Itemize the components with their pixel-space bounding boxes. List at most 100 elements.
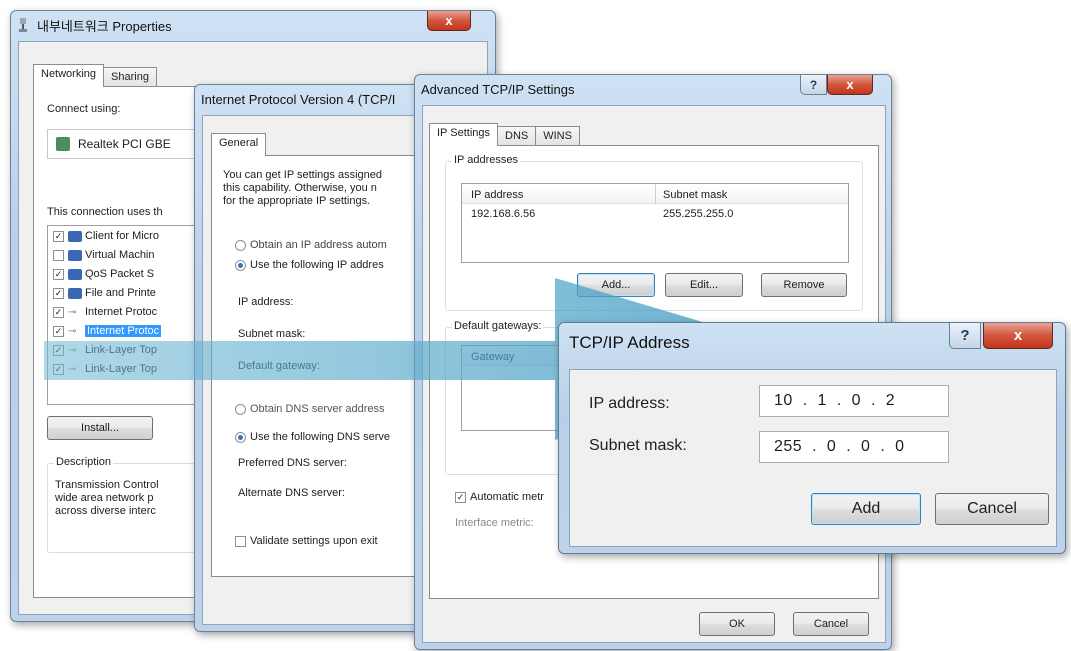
list-item[interactable]: ✓ ⊸ Link-Layer Top (53, 344, 157, 356)
close-button[interactable]: x (827, 75, 873, 95)
protocol-icon: ⊸ (68, 363, 77, 375)
radio[interactable] (235, 239, 246, 251)
group-title: Default gateways: (452, 320, 544, 332)
window-title: Internet Protocol Version 4 (TCP/I (201, 91, 396, 107)
radio-label: Obtain DNS server address (250, 403, 385, 415)
computer-icon (68, 249, 82, 261)
item-label: Link-Layer Top (85, 344, 157, 356)
connect-using-label: Connect using: (47, 103, 121, 115)
remove-button[interactable]: Remove (761, 273, 847, 297)
item-label: QoS Packet S (85, 268, 155, 280)
protocol-icon: ⊸ (68, 344, 77, 356)
item-label: Client for Micro (85, 230, 159, 242)
computer-icon (68, 268, 82, 280)
checkbox[interactable]: ✓ (53, 287, 64, 299)
connection-uses-label: This connection uses th (47, 206, 163, 218)
checkbox-label: Validate settings upon exit (250, 535, 378, 547)
radio[interactable] (235, 259, 246, 271)
subnet-mask-input[interactable]: 255 . 0 . 0 . 0 (759, 431, 949, 463)
adapter-icon (56, 137, 70, 151)
ok-button[interactable]: OK (699, 612, 775, 636)
window-title: Advanced TCP/IP Settings (421, 81, 575, 97)
window-title: 내부네트워크 Properties (37, 18, 172, 34)
subnet-mask-label: Subnet mask: (589, 437, 687, 454)
radio-label: Use the following DNS serve (250, 431, 391, 443)
preferred-dns-label: Preferred DNS server: (238, 457, 347, 469)
checkbox[interactable]: ✓ (53, 306, 64, 318)
title-bar: 내부네트워크 Properties (17, 11, 489, 39)
list-item[interactable]: ✓ ⊸ Link-Layer Top (53, 363, 157, 375)
tcpip-address-window: TCP/IP Address ? x IP address: 10 . 1 . … (558, 322, 1066, 554)
help-button[interactable]: ? (800, 75, 827, 95)
obtain-ip-radio[interactable]: Obtain an IP address autom (235, 239, 387, 251)
tab-dns[interactable]: DNS (497, 126, 537, 146)
radio[interactable] (235, 431, 246, 443)
checkbox[interactable] (53, 249, 64, 261)
install-button[interactable]: Install... (47, 416, 153, 440)
protocol-icon: ⊸ (68, 325, 77, 337)
tab-bar: General (211, 133, 267, 156)
checkbox[interactable]: ✓ (53, 363, 64, 375)
column-header[interactable]: IP address (471, 189, 523, 201)
table-row[interactable]: 192.168.6.56 255.255.255.0 (462, 206, 848, 224)
checkbox[interactable]: ✓ (53, 268, 64, 280)
edit-button[interactable]: Edit... (665, 273, 743, 297)
column-header[interactable]: Subnet mask (663, 189, 727, 201)
checkbox[interactable]: ✓ (53, 230, 64, 242)
checkbox[interactable]: ✓ (53, 325, 64, 337)
table-header: IP address Subnet mask (462, 184, 848, 204)
ip-address-input[interactable]: 10 . 1 . 0 . 2 (759, 385, 949, 417)
intro-line: for the appropriate IP settings. (223, 195, 371, 207)
description-line: wide area network p (55, 492, 154, 504)
item-label: Internet Protoc (85, 306, 158, 318)
alternate-dns-label: Alternate DNS server: (238, 487, 345, 499)
description-line: Transmission Control (55, 479, 159, 491)
list-item[interactable]: ✓ Client for Micro (53, 230, 159, 242)
tab-bar: IP Settings DNS WINS (429, 123, 580, 146)
adapter-field: Realtek PCI GBE (47, 129, 207, 159)
validate-checkbox[interactable]: Validate settings upon exit (235, 535, 378, 547)
list-item[interactable]: Virtual Machin (53, 249, 155, 261)
radio[interactable] (235, 403, 246, 415)
checkbox[interactable]: ✓ (455, 491, 466, 503)
item-label: Internet Protoc (85, 325, 162, 337)
column-header[interactable]: Gateway (471, 351, 514, 363)
automatic-metric-checkbox[interactable]: ✓ Automatic metr (455, 491, 544, 503)
computer-icon (68, 287, 82, 299)
close-button[interactable]: x (983, 323, 1053, 349)
add-button[interactable]: Add... (577, 273, 655, 297)
cell-subnet: 255.255.255.0 (663, 208, 734, 220)
checkbox-label: Automatic metr (470, 491, 544, 503)
list-item[interactable]: ✓ QoS Packet S (53, 268, 154, 280)
checkbox[interactable] (235, 535, 246, 547)
protocol-icon: ⊸ (68, 306, 77, 318)
tab-ip-settings[interactable]: IP Settings (429, 123, 498, 146)
network-icon (17, 18, 29, 32)
list-item-selected[interactable]: ✓ ⊸ Internet Protoc (53, 325, 205, 337)
use-ip-radio[interactable]: Use the following IP addres (235, 259, 384, 271)
list-item[interactable]: ✓ File and Printe (53, 287, 156, 299)
list-item[interactable]: ✓ ⊸ Internet Protoc (53, 306, 157, 318)
ipv4-properties-window: Internet Protocol Version 4 (TCP/I Gener… (194, 84, 424, 632)
cell-ip: 192.168.6.56 (471, 208, 536, 220)
help-button[interactable]: ? (949, 323, 981, 349)
add-button[interactable]: Add (811, 493, 921, 525)
tab-general[interactable]: General (211, 133, 267, 156)
tab-sharing[interactable]: Sharing (103, 67, 157, 87)
checkbox[interactable]: ✓ (53, 344, 64, 356)
subnet-mask-label: Subnet mask: (238, 328, 306, 340)
window-title: TCP/IP Address (569, 333, 690, 352)
cancel-button[interactable]: Cancel (935, 493, 1049, 525)
item-label: Virtual Machin (85, 249, 155, 261)
item-label: File and Printe (85, 287, 156, 299)
use-dns-radio[interactable]: Use the following DNS serve (235, 431, 390, 443)
cancel-button[interactable]: Cancel (793, 612, 869, 636)
tab-wins[interactable]: WINS (535, 126, 580, 146)
obtain-dns-radio[interactable]: Obtain DNS server address (235, 403, 385, 415)
close-button[interactable]: x (427, 11, 471, 31)
default-gateway-label: Default gateway: (238, 360, 320, 372)
column-divider (655, 184, 656, 204)
intro-line: this capability. Otherwise, you n (223, 182, 377, 194)
ip-address-label: IP address: (238, 296, 294, 308)
tab-networking[interactable]: Networking (33, 64, 105, 87)
